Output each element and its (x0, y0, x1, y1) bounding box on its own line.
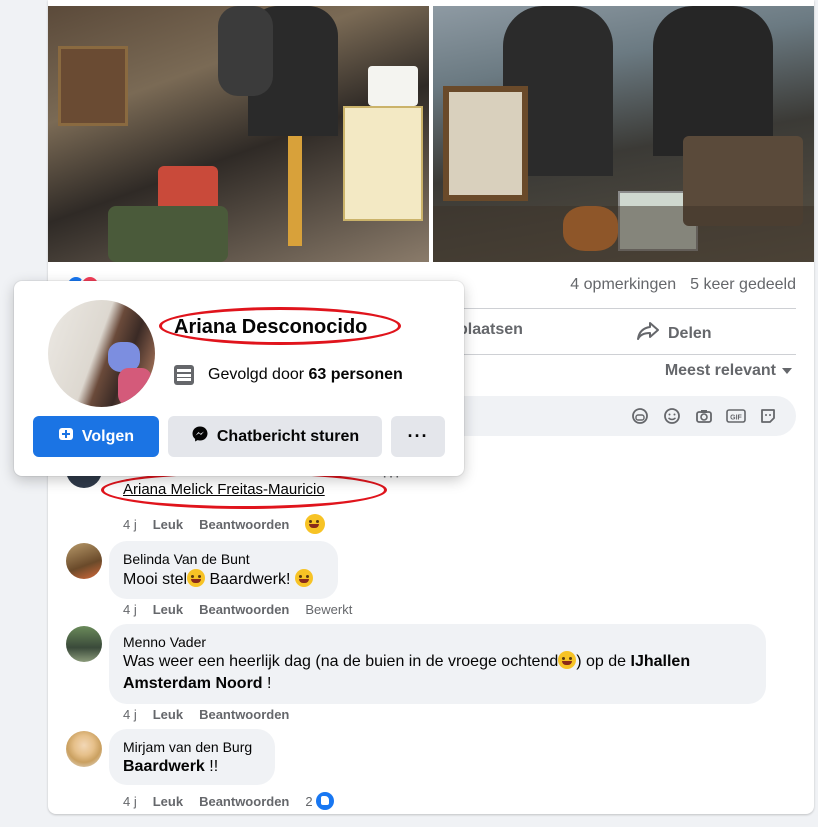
follow-button[interactable]: Volgen (33, 416, 159, 457)
comment-action-label: plaatsen (458, 321, 523, 338)
comment-action-button[interactable]: plaatsen (458, 321, 523, 339)
comment-meta: 4 j Leuk Beantwoorden 2 (123, 792, 334, 810)
like-count-value: 2 (305, 793, 313, 809)
comment-text: Baardwerk !! (123, 756, 218, 778)
commenter-avatar[interactable] (66, 626, 102, 662)
comment-text: Was weer een heerlijk dag (na de buien i… (123, 651, 753, 695)
like-link[interactable]: Leuk (153, 602, 183, 617)
comment-time[interactable]: 4 j (123, 794, 137, 809)
comment-text-bold: IJhallen (630, 653, 691, 670)
reply-link[interactable]: Beantwoorden (199, 517, 289, 532)
crying-laughing-emoji-icon (558, 651, 577, 669)
comments-count[interactable]: 4 opmerkingen (570, 276, 676, 294)
comment-author[interactable]: Belinda Van de Bunt (123, 551, 250, 567)
followed-count[interactable]: 63 personen (309, 366, 403, 383)
svg-text:GIF: GIF (730, 415, 742, 422)
edited-label: Bewerkt (305, 602, 353, 617)
commenter-avatar[interactable] (66, 731, 102, 767)
comment-bubble: Menno Vader Was weer een heerlijk dag (n… (109, 624, 766, 704)
comment-meta: 4 j Leuk Beantwoorden (123, 707, 289, 722)
profile-avatar[interactable] (48, 300, 155, 407)
share-action-button[interactable]: Delen (636, 321, 712, 346)
post-stats: 4 opmerkingen 5 keer gedeeld (570, 276, 796, 294)
post-photo-right[interactable] (433, 6, 814, 262)
more-button[interactable]: ··· (391, 416, 445, 457)
reply-link[interactable]: Beantwoorden (199, 707, 289, 722)
reply-link[interactable]: Beantwoorden (199, 602, 289, 617)
annotation-oval (101, 471, 387, 509)
follow-plus-icon (58, 426, 74, 447)
post-photo-left[interactable] (48, 6, 429, 262)
like-thumb-icon (315, 792, 334, 810)
comment-text-bold: Amsterdam Noord (123, 675, 263, 692)
followed-prefix: Gevolgd door (208, 366, 305, 383)
more-dots-icon: ··· (407, 426, 429, 446)
follow-button-label: Volgen (81, 427, 135, 445)
comment-input-icons: GIF (630, 406, 778, 426)
comment-sort-dropdown[interactable]: Meest relevant (665, 362, 792, 380)
comment-text-bold: Baardwerk (123, 758, 205, 775)
news-feed-icon (174, 365, 194, 385)
comment-text-part: Baardwerk! (205, 571, 295, 588)
comment-meta: 4 j Leuk Beantwoorden (123, 514, 326, 534)
shares-count[interactable]: 5 keer gedeeld (690, 276, 796, 294)
comment-text-part: Was weer een heerlijk dag (na de buien i… (123, 653, 559, 670)
comment-time[interactable]: 4 j (123, 707, 137, 722)
comment-time[interactable]: 4 j (123, 517, 137, 532)
comment-text-part: ) op de (576, 653, 631, 670)
share-icon (636, 321, 660, 346)
caret-down-icon (782, 368, 792, 374)
camera-icon[interactable] (694, 406, 714, 426)
chat-button-label: Chatbericht sturen (216, 427, 360, 445)
followed-by-text: Gevolgd door 63 personen (208, 366, 403, 384)
avatar-sticker-icon[interactable] (630, 406, 650, 426)
like-link[interactable]: Leuk (153, 707, 183, 722)
commenter-avatar[interactable] (66, 543, 102, 579)
comment-like-count[interactable]: 2 (305, 792, 334, 810)
gif-icon[interactable]: GIF (726, 406, 746, 426)
like-link[interactable]: Leuk (153, 517, 183, 532)
sort-label: Meest relevant (664, 362, 776, 379)
smile-emoji-icon (187, 569, 206, 587)
comment-bubble: Mirjam van den Burg Baardwerk !! (109, 729, 275, 785)
comment-text-part: !! (204, 758, 219, 775)
laughing-emoji-icon[interactable] (305, 514, 326, 534)
like-link[interactable]: Leuk (153, 794, 183, 809)
profile-hover-card: Ariana Desconocido Gevolgd door 63 perso… (14, 281, 464, 476)
sticker-icon[interactable] (758, 406, 778, 426)
reply-link[interactable]: Beantwoorden (199, 794, 289, 809)
chat-button[interactable]: Chatbericht sturen (168, 416, 382, 457)
comment-text: Mooi stel Baardwerk! (123, 569, 313, 591)
comment-text-part: Mooi stel (123, 571, 188, 588)
comment-text-part: ! (262, 675, 272, 692)
share-action-label: Delen (668, 324, 712, 342)
comment-author[interactable]: Mirjam van den Burg (123, 739, 252, 755)
smile-emoji-icon (294, 569, 313, 587)
comment-time[interactable]: 4 j (123, 602, 137, 617)
messenger-icon (191, 425, 209, 448)
comment-author[interactable]: Menno Vader (123, 634, 206, 650)
comment-bubble: Belinda Van de Bunt Mooi stel Baardwerk! (109, 541, 338, 599)
annotation-oval (159, 307, 401, 345)
emoji-icon[interactable] (662, 406, 682, 426)
comment-meta: 4 j Leuk Beantwoorden Bewerkt (123, 602, 352, 617)
followed-by-info: Gevolgd door 63 personen (174, 365, 403, 385)
avatar-figure (118, 368, 152, 406)
